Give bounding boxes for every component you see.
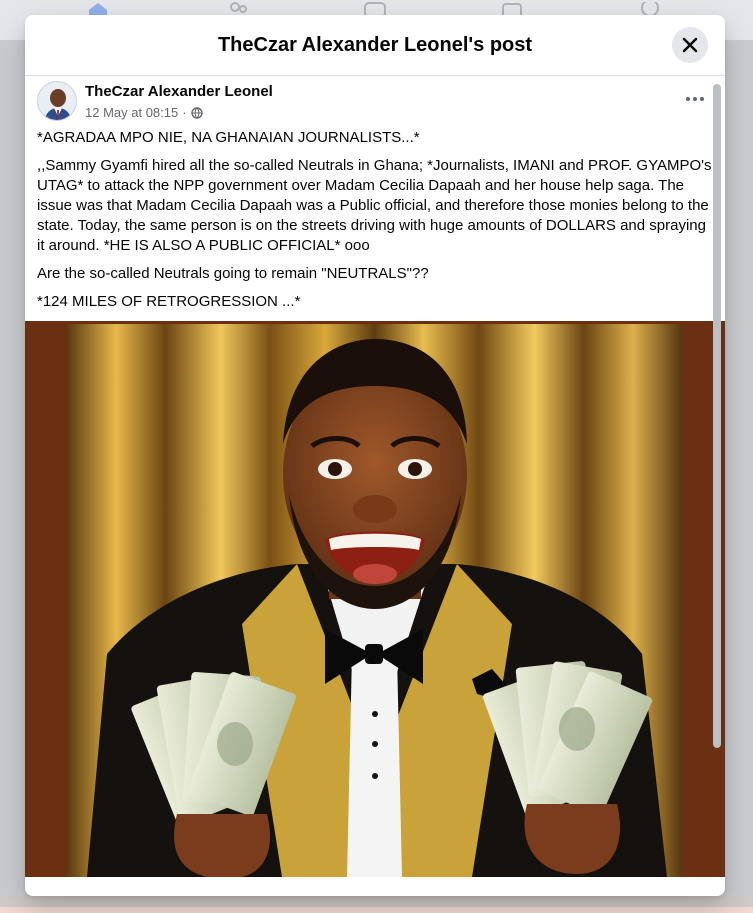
more-options-icon <box>686 97 690 101</box>
dot <box>693 97 697 101</box>
more-options-button[interactable] <box>677 87 713 111</box>
globe-icon <box>190 106 203 119</box>
close-icon <box>682 37 698 53</box>
post-paragraph: *AGRADAA MPO NIE, NA GHANAIAN JOURNALIST… <box>37 129 420 146</box>
post-meta: 12 May at 08:15 · <box>85 105 203 120</box>
post-paragraph: Are the so-called Neutrals going to rema… <box>37 265 429 282</box>
scrollbar-thumb[interactable] <box>713 84 721 748</box>
post-photo[interactable] <box>25 321 725 877</box>
post-paragraph: ,,Sammy Gyamfi hired all the so-called N… <box>37 157 712 254</box>
dot <box>700 97 704 101</box>
avatar[interactable] <box>37 81 77 121</box>
photo-illustration <box>67 324 682 877</box>
scrollbar[interactable] <box>713 84 721 748</box>
dialog-title: TheCzar Alexander Leonel's post <box>217 33 533 56</box>
post-body: *AGRADAA MPO NIE, NA GHANAIAN JOURNALIST… <box>37 128 713 320</box>
dialog-header: TheCzar Alexander Leonel's post <box>25 15 725 76</box>
post-dialog: TheCzar Alexander Leonel's post TheCzar … <box>25 15 725 896</box>
background-strip <box>0 907 753 913</box>
author-name[interactable]: TheCzar Alexander Leonel <box>85 83 273 100</box>
post-paragraph: *124 MILES OF RETROGRESSION ...* <box>37 293 301 310</box>
meta-separator: · <box>182 105 187 120</box>
post-header: TheCzar Alexander Leonel 12 May at 08:15… <box>37 81 713 125</box>
post-timestamp[interactable]: 12 May at 08:15 <box>85 105 178 120</box>
post-scroll-area[interactable]: TheCzar Alexander Leonel 12 May at 08:15… <box>25 76 725 896</box>
close-button[interactable] <box>672 27 708 63</box>
background-bottom <box>0 896 753 913</box>
